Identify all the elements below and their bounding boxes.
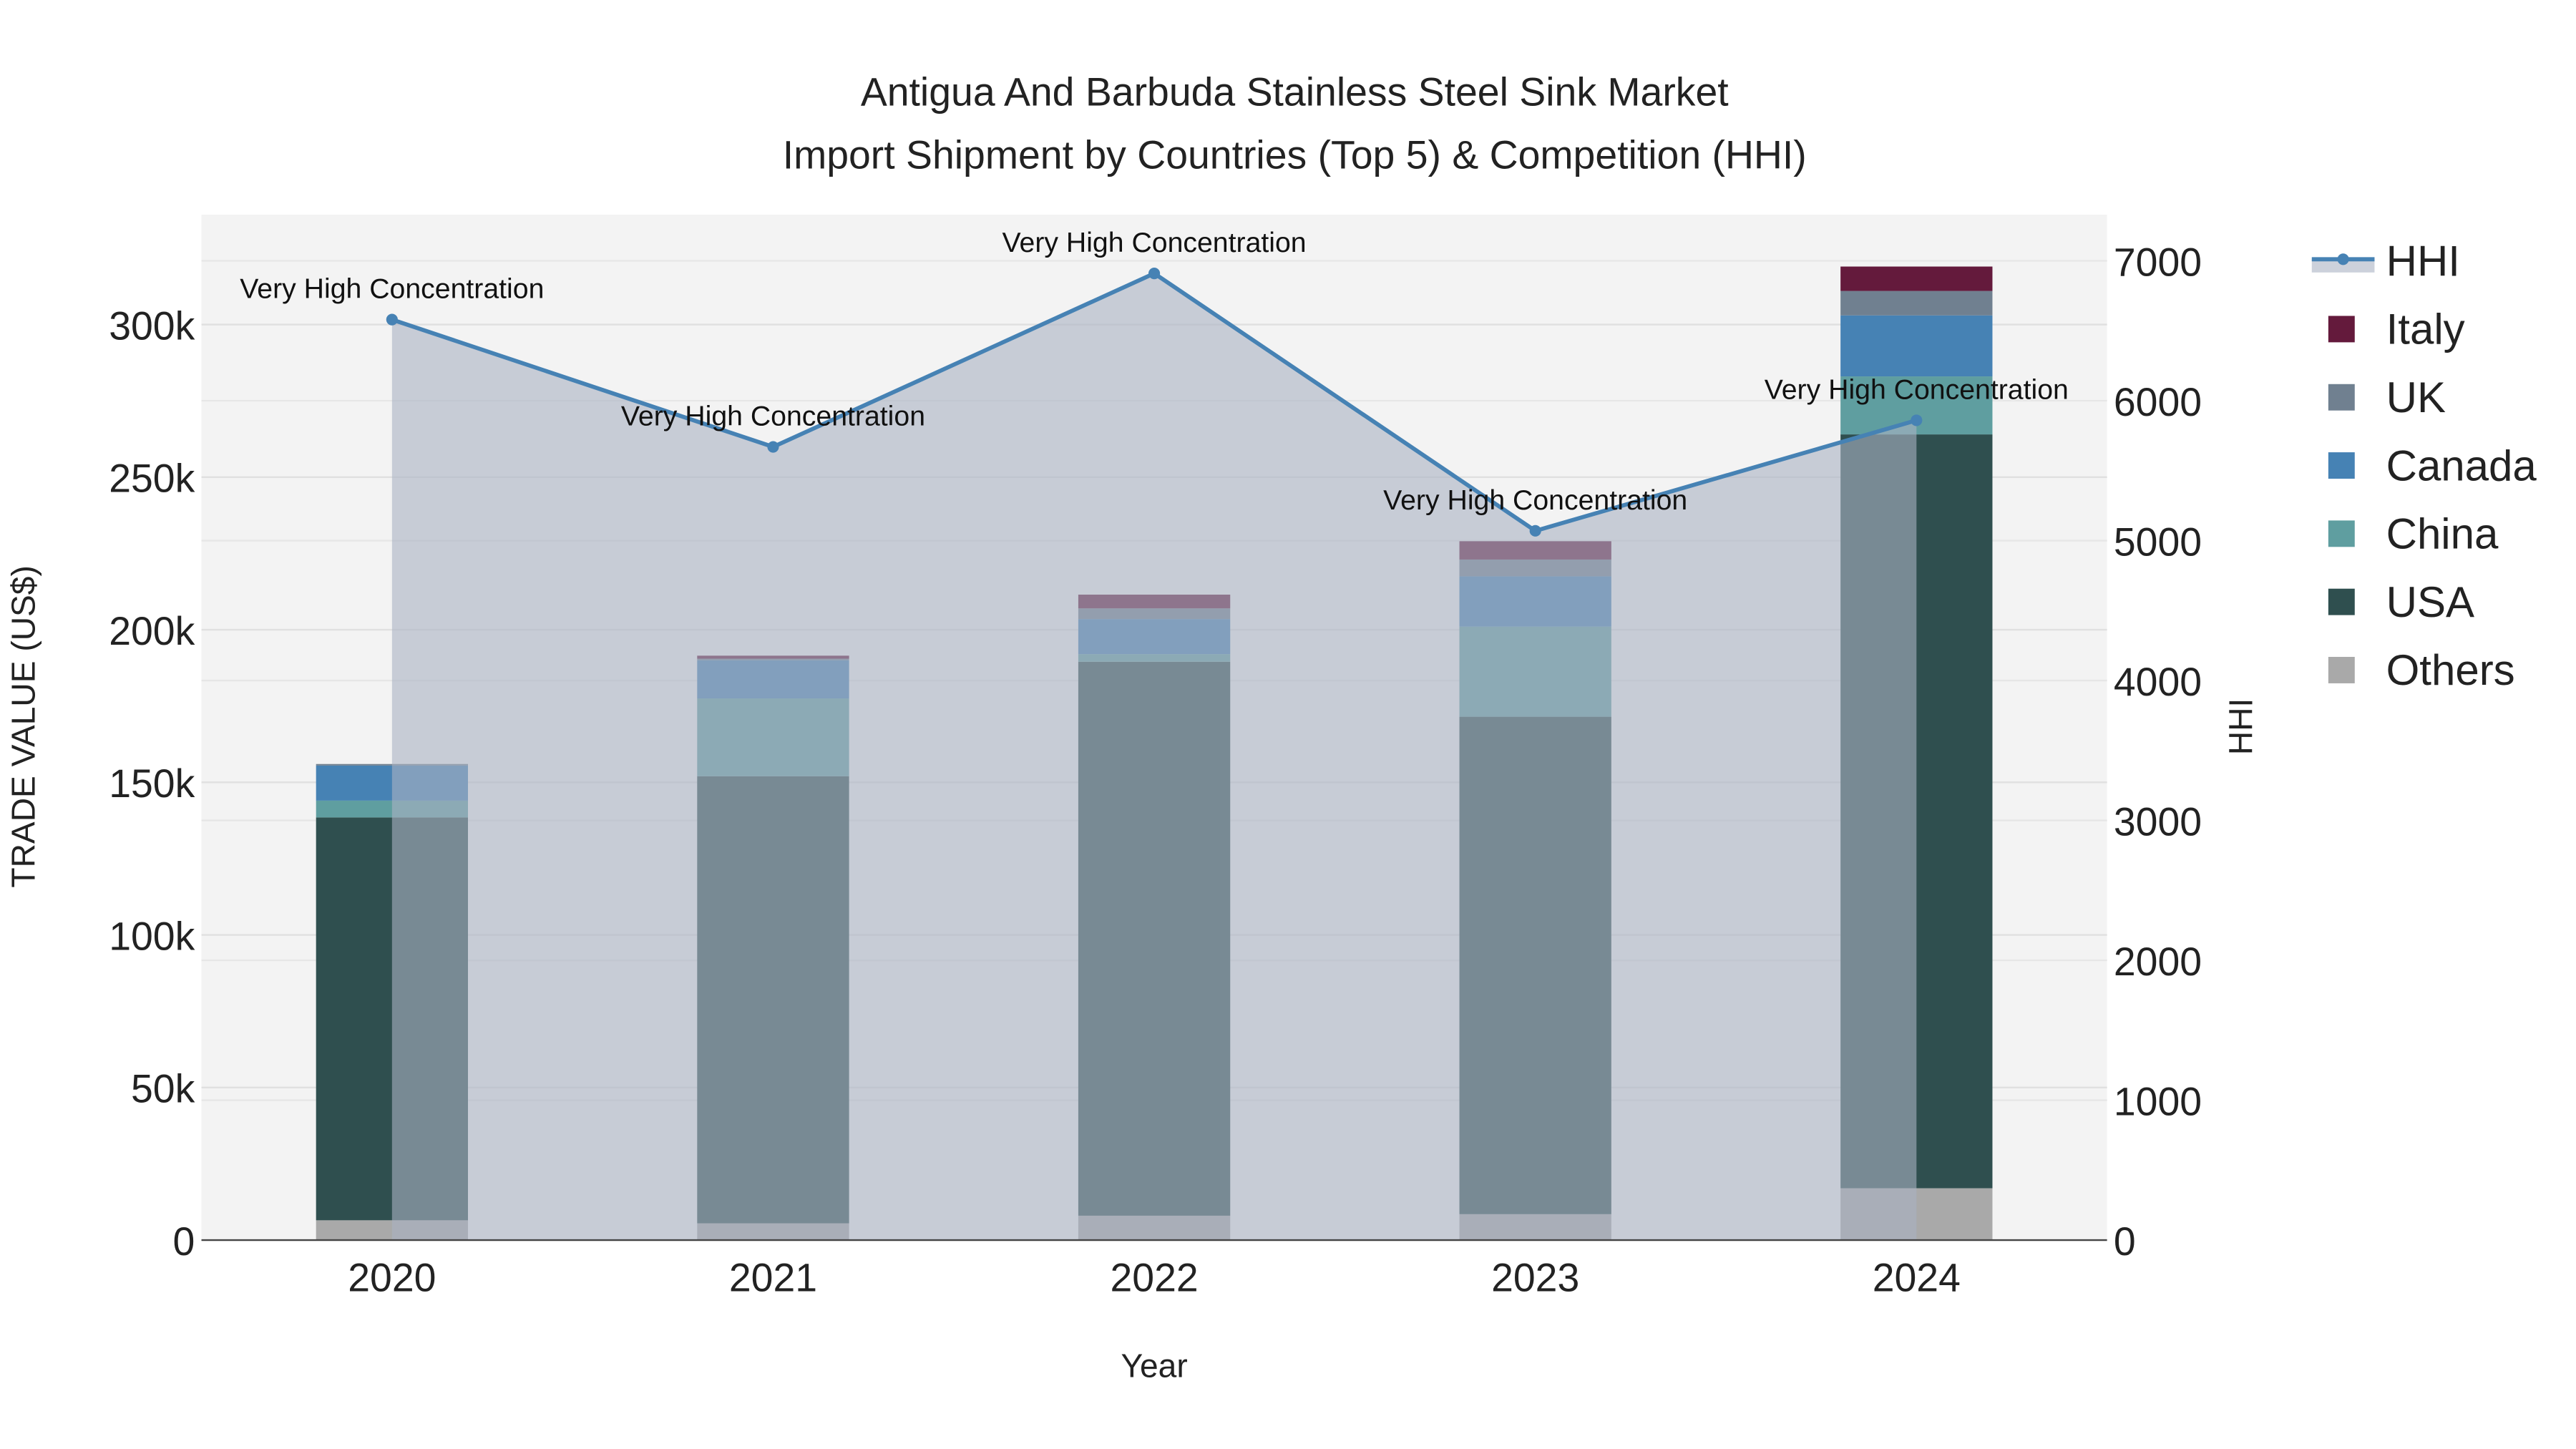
bar-canada-2024: [1840, 315, 1993, 377]
x-axis-title: Year: [1121, 1347, 1187, 1385]
legend-label-others: Others: [2386, 646, 2515, 694]
x-tick-label: 2024: [1873, 1256, 1961, 1300]
y-tick-label: 0: [172, 1219, 195, 1264]
y2-tick-label: 7000: [2114, 240, 2202, 284]
y-axis-title: TRADE VALUE (US$): [4, 565, 42, 887]
legend: HHI Italy UK Canada China USA Others: [2311, 237, 2537, 694]
x-tick-label: 2021: [729, 1256, 817, 1300]
hhi-annotation: Very High Concentration: [1765, 374, 2069, 405]
y2-axis-title: HHI: [2223, 698, 2260, 755]
legend-label-canada: Canada: [2386, 441, 2537, 489]
legend-swatch-china: [2328, 520, 2355, 547]
x-tick-label: 2022: [1110, 1256, 1198, 1300]
legend-label-usa: USA: [2386, 578, 2474, 626]
y2-tick-label: 6000: [2114, 380, 2202, 424]
y-tick-label: 100k: [109, 914, 195, 958]
hhi-annotation: Very High Concentration: [1383, 484, 1687, 516]
y-tick-label: 250k: [109, 457, 195, 501]
bar-italy-2024: [1840, 266, 1993, 291]
y2-tick-label: 2000: [2114, 940, 2202, 984]
legend-swatch-usa: [2328, 588, 2355, 615]
x-tick-label: 2020: [348, 1256, 436, 1300]
y-tick-label: 50k: [131, 1067, 195, 1111]
legend-swatch-hhi-marker: [2337, 253, 2349, 265]
legend-swatch-canada: [2328, 452, 2355, 479]
chart: Very High Concentration Very High Concent…: [4, 70, 2537, 1385]
legend-swatch-italy: [2328, 316, 2355, 343]
legend-label-uk: UK: [2386, 374, 2446, 421]
y-tick-label: 300k: [109, 303, 195, 348]
hhi-point-2020: [386, 313, 398, 326]
y2-tick-label: 4000: [2114, 660, 2202, 704]
hhi-annotation: Very High Concentration: [621, 401, 925, 432]
y-tick-label: 200k: [109, 609, 195, 653]
x-tick-label: 2023: [1491, 1256, 1579, 1300]
hhi-point-2023: [1529, 525, 1541, 537]
hhi-annotation: Very High Concentration: [240, 273, 544, 305]
y2-tick-label: 1000: [2114, 1079, 2202, 1123]
y2-tick-label: 3000: [2114, 799, 2202, 844]
legend-swatch-uk: [2328, 384, 2355, 411]
legend-label-hhi: HHI: [2386, 237, 2460, 285]
hhi-annotation: Very High Concentration: [1002, 227, 1307, 258]
legend-label-china: China: [2386, 510, 2499, 558]
legend-swatch-others: [2328, 657, 2355, 683]
chart-title-line1: Antigua And Barbuda Stainless Steel Sink…: [861, 70, 1729, 114]
chart-title-line2: Import Shipment by Countries (Top 5) & C…: [783, 132, 1807, 177]
legend-label-italy: Italy: [2386, 306, 2465, 353]
hhi-point-2022: [1148, 268, 1161, 280]
y2-tick-label: 0: [2114, 1219, 2136, 1264]
y2-tick-label: 5000: [2114, 519, 2202, 564]
hhi-point-2024: [1911, 414, 1923, 426]
hhi-point-2021: [767, 441, 779, 453]
bar-uk-2024: [1840, 291, 1993, 316]
y-tick-label: 150k: [109, 761, 195, 806]
hhi-series: Very High Concentration Very High Concent…: [240, 227, 2069, 1241]
